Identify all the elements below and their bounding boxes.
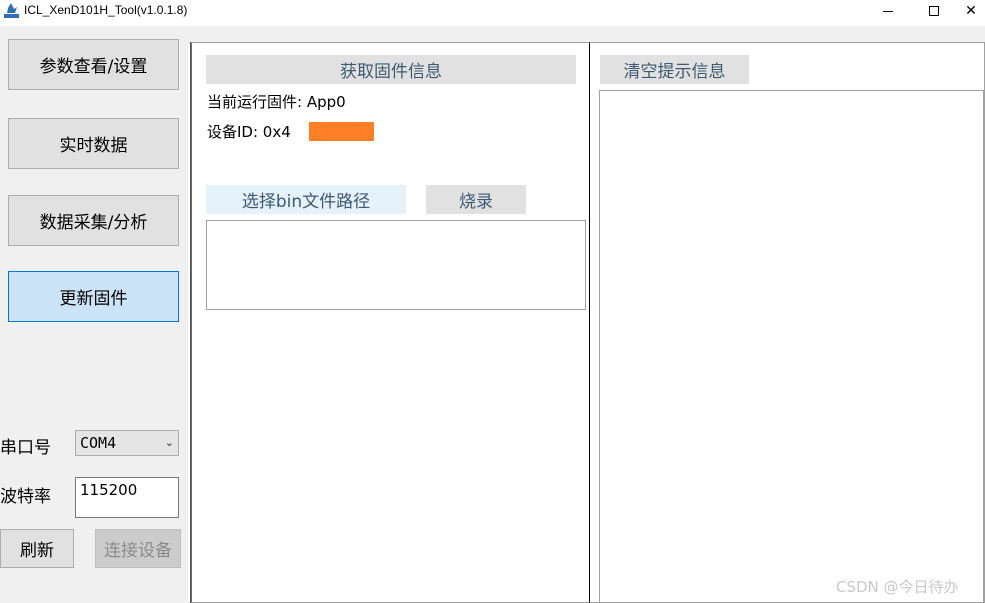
device-id-text: 设备ID: 0x4	[207, 123, 291, 141]
port-value: COM4	[80, 434, 117, 452]
baud-label: 波特率	[0, 487, 51, 507]
close-icon: ✕	[965, 3, 977, 19]
panel-divider	[190, 42, 191, 603]
flash-button[interactable]: 烧录	[426, 185, 526, 214]
connect-device-button[interactable]: 连接设备	[95, 529, 181, 568]
nav-update-firmware-button[interactable]: 更新固件	[8, 271, 179, 322]
port-select[interactable]: COM4 ⌄	[75, 430, 179, 456]
get-firmware-info-button[interactable]: 获取固件信息	[206, 55, 576, 84]
maximize-button[interactable]	[911, 0, 957, 22]
close-button[interactable]: ✕	[957, 0, 985, 22]
chevron-down-icon: ⌄	[164, 436, 174, 449]
nav-realtime-data-button[interactable]: 实时数据	[8, 118, 179, 169]
title-bar: ICL_XenD101H_Tool(v1.0.1.8) ✕	[0, 0, 985, 26]
clear-messages-button[interactable]: 清空提示信息	[600, 55, 749, 84]
watermark: CSDN @今日待办	[836, 578, 959, 596]
nav-param-settings-button[interactable]: 参数查看/设置	[8, 39, 179, 90]
current-firmware-text: 当前运行固件: App0	[207, 93, 346, 111]
port-label: 串口号	[0, 438, 51, 458]
refresh-button[interactable]: 刷新	[0, 529, 74, 568]
window-title: ICL_XenD101H_Tool(v1.0.1.8)	[24, 3, 188, 17]
baud-input[interactable]: 115200	[75, 477, 179, 518]
app-logo-icon	[4, 3, 19, 18]
redaction-block	[309, 122, 374, 141]
minimize-icon	[883, 10, 893, 12]
message-log-textbox[interactable]	[599, 90, 984, 603]
minimize-button[interactable]	[865, 0, 911, 22]
bin-path-textbox[interactable]	[206, 220, 586, 310]
select-bin-path-button[interactable]: 选择bin文件路径	[206, 185, 406, 214]
nav-data-acquisition-button[interactable]: 数据采集/分析	[8, 195, 179, 246]
maximize-icon	[929, 6, 939, 16]
